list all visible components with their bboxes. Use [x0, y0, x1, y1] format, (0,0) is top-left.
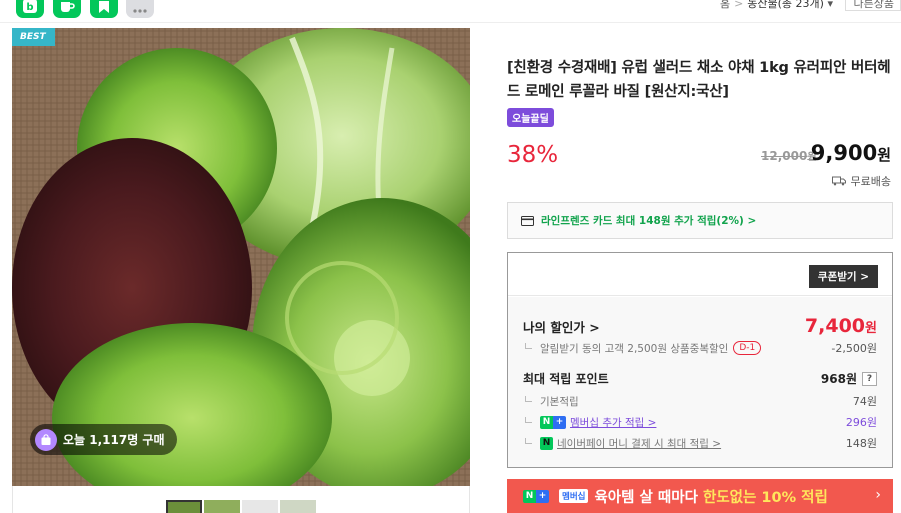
d-day-badge: D-1	[733, 341, 762, 355]
today-purchase-badge: 오늘 1,117명 구매	[30, 424, 177, 455]
npay-points-label: N 네이버페이 머니 결제 시 최대 적립 >	[523, 436, 721, 451]
my-price: 7,400원	[805, 315, 877, 337]
membership-promo-banner[interactable]: N + 멤버십 육아템 살 때마다 한도없는 10% 적립 ›	[507, 479, 893, 513]
npay-points-link[interactable]: 네이버페이 머니 결제 시 최대 적립 >	[557, 436, 721, 451]
other-products-button[interactable]: 다른상품	[844, 0, 901, 11]
best-badge: BEST	[12, 28, 55, 46]
basic-points-row: 기본적립 74원	[523, 393, 877, 409]
naver-plus-membership-icon: N +	[540, 415, 566, 429]
benefit-body: 나의 할인가 > 7,400원 알림받기 동의 고객 2,500원 상품중복할인…	[508, 297, 892, 467]
sale-price: 9,900원	[811, 141, 891, 165]
alarm-discount-row: 알림받기 동의 고객 2,500원 상품중복할인 D-1 -2,500원	[523, 340, 877, 356]
membership-points-link[interactable]: 멤버십 추가 적립 >	[570, 415, 656, 430]
basic-points-value: 74원	[852, 395, 877, 408]
blog-icon: b	[23, 0, 37, 13]
basic-points-label: 기본적립	[523, 394, 579, 409]
breadcrumb-home[interactable]: 홈	[720, 0, 730, 10]
benefit-header: 쿠폰받기 >	[508, 253, 892, 296]
shipping-text: 무료배송	[850, 175, 891, 188]
today-purchase-text: 오늘 1,117명 구매	[63, 433, 165, 447]
original-price-value: 12,000	[761, 149, 808, 163]
max-points: 968원?	[821, 370, 877, 387]
sale-price-value: 9,900	[810, 141, 878, 165]
coupon-button[interactable]: 쿠폰받기 >	[808, 265, 878, 288]
tree-line	[525, 343, 532, 349]
card-promo-banner[interactable]: 라인프렌즈 카드 최대 148원 추가 적립(2%) >	[507, 202, 893, 239]
sale-price-unit: 원	[877, 146, 891, 164]
truck-icon	[831, 176, 846, 186]
thumbnail-4[interactable]	[280, 500, 316, 513]
tree-line	[525, 438, 532, 444]
breadcrumb-category[interactable]: 농산물(총 23개)	[747, 0, 824, 10]
shopping-bag-icon	[35, 428, 57, 451]
chevron-down-icon: ▾	[827, 0, 833, 10]
original-price: 12,000원	[761, 148, 817, 163]
more-icon	[133, 9, 147, 13]
promo-text-highlight: 한도없는 10% 적립	[703, 489, 828, 506]
bookmark-icon	[99, 1, 109, 13]
promo-text: 육아템 살 때마다 한도없는 10% 적립	[594, 486, 827, 507]
product-image[interactable]	[12, 28, 470, 486]
thumbnail-2[interactable]	[204, 500, 240, 513]
alarm-discount-value: -2,500원	[831, 342, 877, 355]
deal-badge: 오늘끝딜	[507, 108, 554, 127]
help-icon[interactable]: ?	[862, 371, 877, 386]
card-promo-text: 라인프렌즈 카드 최대 148원 추가 적립(2%) >	[541, 215, 757, 227]
lettuce-photo	[12, 28, 470, 486]
alarm-discount-text: 알림받기 동의 고객 2,500원 상품중복할인	[540, 342, 729, 355]
tree-line	[525, 417, 532, 423]
breadcrumb-separator: >	[734, 0, 744, 10]
cafe-share-button[interactable]	[53, 0, 81, 18]
max-points-value: 968원	[820, 372, 857, 386]
my-price-label[interactable]: 나의 할인가 >	[523, 317, 600, 336]
thumbnail-frame	[12, 486, 470, 513]
blog-share-button[interactable]: b	[16, 0, 44, 18]
thumbnail-1[interactable]	[166, 500, 202, 513]
chevron-right-icon: ›	[875, 487, 881, 503]
top-divider	[0, 22, 901, 23]
tree-line	[525, 396, 532, 402]
my-price-unit: 원	[865, 321, 877, 336]
top-bar: b 홈 > 농산물(총 23개) ▾ 다른상품	[0, 0, 901, 22]
membership-points-value: 296원	[845, 416, 877, 429]
discount-rate: 38%	[507, 142, 559, 168]
max-points-row: 최대 적립 포인트 968원?	[523, 370, 877, 387]
bookmark-share-button[interactable]	[90, 0, 118, 18]
npay-points-value: 148원	[845, 437, 877, 450]
thumbnail-3[interactable]	[242, 500, 278, 513]
basic-points-text: 기본적립	[540, 395, 579, 408]
max-points-label: 최대 적립 포인트	[523, 372, 609, 386]
credit-card-icon	[521, 215, 534, 226]
breadcrumb: 홈 > 농산물(총 23개) ▾	[720, 0, 833, 11]
more-share-button[interactable]	[126, 0, 154, 18]
my-price-row: 나의 할인가 > 7,400원	[523, 315, 877, 337]
svg-text:b: b	[26, 2, 33, 13]
membership-points-label: N + 멤버십 추가 적립 >	[523, 415, 656, 430]
npay-points-row: N 네이버페이 머니 결제 시 최대 적립 > 148원	[523, 435, 877, 451]
product-title: [친환경 수경재배] 유럽 샐러드 채소 야채 1kg 유러피안 버터헤드 로메…	[507, 60, 891, 100]
alarm-discount-label: 알림받기 동의 고객 2,500원 상품중복할인 D-1	[523, 341, 762, 356]
shipping-info: 무료배송	[831, 173, 891, 189]
naver-plus-icon: N +	[523, 489, 549, 503]
my-price-value: 7,400	[804, 315, 866, 337]
membership-points-row: N + 멤버십 추가 적립 > 296원	[523, 414, 877, 430]
benefit-box: 쿠폰받기 > 나의 할인가 > 7,400원 알림받기 동의 고객 2,500원…	[507, 252, 893, 468]
naver-pay-icon: N	[540, 436, 553, 450]
cafe-icon	[61, 2, 75, 12]
membership-tag: 멤버십	[559, 489, 589, 503]
promo-text-main: 육아템 살 때마다	[594, 489, 703, 506]
